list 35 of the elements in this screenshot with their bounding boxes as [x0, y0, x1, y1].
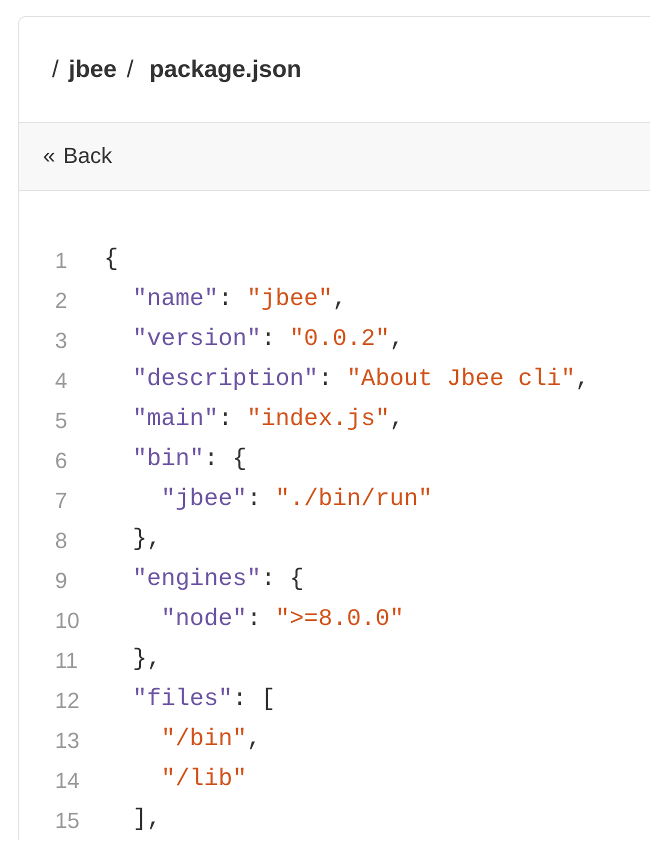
code-line: ],: [132, 805, 162, 836]
breadcrumb-separator: /: [126, 54, 134, 84]
code-line: "jbee": "./bin/run": [161, 485, 432, 516]
line-number: 10: [54, 606, 80, 634]
line-number: 1: [54, 246, 68, 274]
code-line: "name": "jbee",: [132, 285, 347, 316]
line-number: 15: [54, 806, 80, 834]
code-line: "files": [: [132, 685, 276, 716]
line-number: 2: [54, 286, 68, 314]
code-line: "bin": {: [132, 445, 247, 476]
code-line: "engines": {: [132, 565, 304, 596]
file-name: package.json: [149, 54, 302, 84]
line-number: 11: [54, 646, 79, 674]
line-number: 9: [54, 566, 68, 594]
line-number: 5: [54, 406, 68, 434]
line-number: 13: [54, 726, 80, 754]
line-number: 4: [54, 366, 68, 394]
code-line: "/lib": [161, 765, 247, 796]
code-line: "main": "index.js",: [132, 405, 404, 436]
code-line: "/bin",: [161, 725, 262, 756]
code-line: {: [104, 245, 118, 276]
code-line: },: [132, 645, 162, 676]
breadcrumb-separator: /: [52, 54, 59, 84]
line-number: 3: [54, 326, 68, 354]
code-line: "node": ">=8.0.0": [161, 605, 404, 636]
code-line: },: [132, 525, 162, 556]
line-number: 14: [54, 766, 80, 794]
line-number: 12: [54, 686, 80, 714]
back-button[interactable]: « Back: [41, 141, 114, 172]
line-number: 6: [54, 446, 68, 474]
breadcrumb-link[interactable]: jbee: [68, 52, 117, 88]
line-number: 7: [54, 486, 68, 514]
code-line: "description": "About Jbee cli",: [132, 365, 590, 396]
line-number: 8: [54, 526, 68, 554]
code-line: "version": "0.0.2",: [132, 325, 404, 356]
